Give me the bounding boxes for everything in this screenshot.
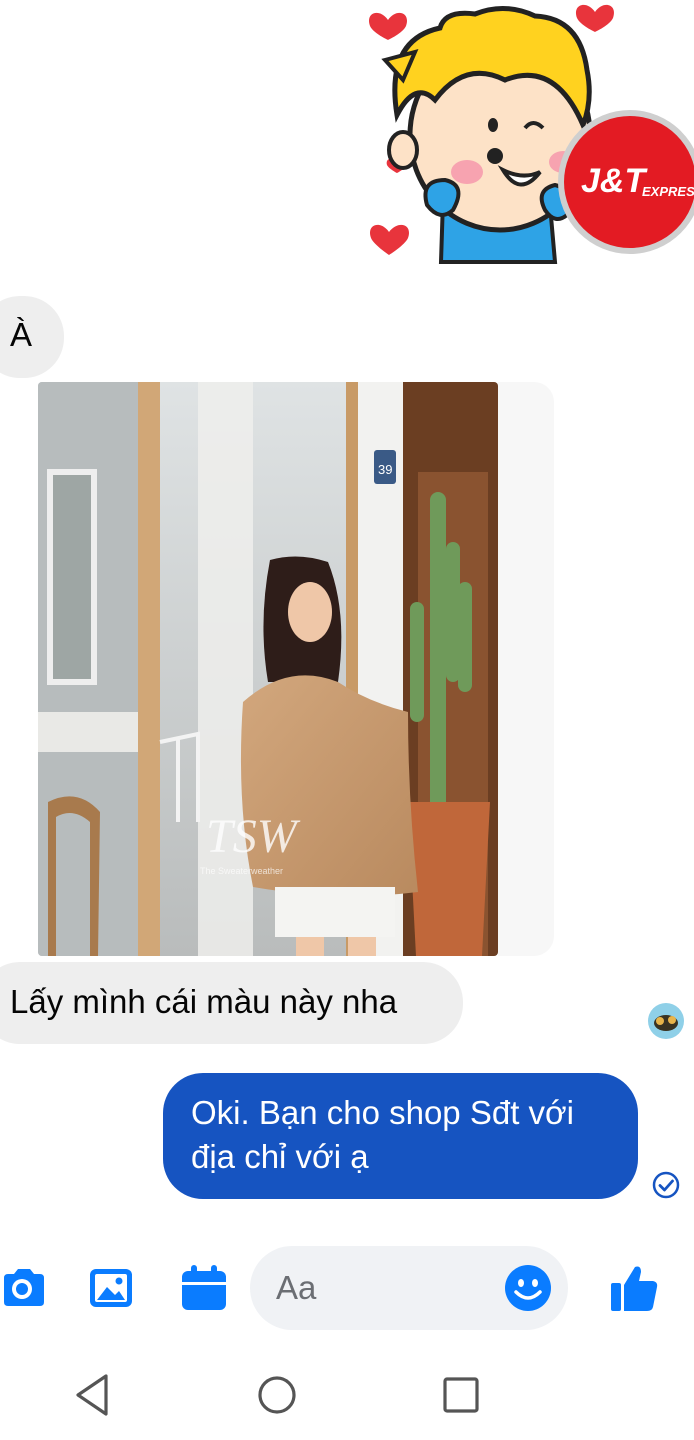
incoming-message-bubble[interactable]: Lấy mình cái màu này nha [0, 962, 463, 1044]
system-navigation-bar [0, 1350, 694, 1440]
incoming-message-bubble[interactable]: À [0, 296, 64, 378]
photo-watermark: TSW [206, 810, 301, 863]
photo-message[interactable]: 39 TSW The Sweaterweather [38, 382, 498, 956]
back-triangle-icon[interactable] [68, 1370, 118, 1420]
sticker-message[interactable]: J&T EXPRESS [355, 0, 694, 270]
thumbs-up-icon [611, 1266, 658, 1311]
seen-avatar [648, 1003, 684, 1039]
gallery-button[interactable] [86, 1262, 136, 1314]
message-text: Lấy mình cái màu này nha [10, 983, 398, 1020]
jt-logo-subtext: EXPRESS [642, 184, 694, 199]
photo-bubble-edge [498, 382, 554, 956]
like-button[interactable] [606, 1262, 662, 1314]
outgoing-message-bubble[interactable]: Oki. Bạn cho shop Sđt với địa chỉ với ạ [163, 1073, 638, 1199]
boy-sticker-illustration: J&T EXPRESS [369, 4, 694, 264]
door-number: 39 [378, 462, 392, 477]
recents-square-icon[interactable] [436, 1370, 486, 1420]
calendar-button[interactable] [178, 1262, 230, 1314]
image-icon [90, 1269, 132, 1307]
home-circle-icon[interactable] [252, 1370, 302, 1420]
message-text: À [10, 316, 33, 353]
messenger-chat-screen: J&T EXPRESS À [0, 0, 694, 1440]
message-input-pill[interactable] [250, 1246, 568, 1330]
message-composer [0, 1238, 694, 1338]
jt-logo-text: J&T [581, 162, 648, 200]
message-text: Oki. Bạn cho shop Sđt với địa chỉ với ạ [191, 1094, 574, 1175]
camera-icon [4, 1269, 44, 1306]
delivered-check-icon [652, 1171, 680, 1199]
calendar-icon [182, 1265, 226, 1310]
message-input[interactable] [276, 1264, 496, 1312]
emoji-icon[interactable] [504, 1264, 552, 1312]
camera-button[interactable] [0, 1262, 46, 1314]
photo-watermark-sub: The Sweaterweather [200, 866, 283, 876]
shop-photo-illustration: 39 TSW The Sweaterweather [38, 382, 498, 956]
